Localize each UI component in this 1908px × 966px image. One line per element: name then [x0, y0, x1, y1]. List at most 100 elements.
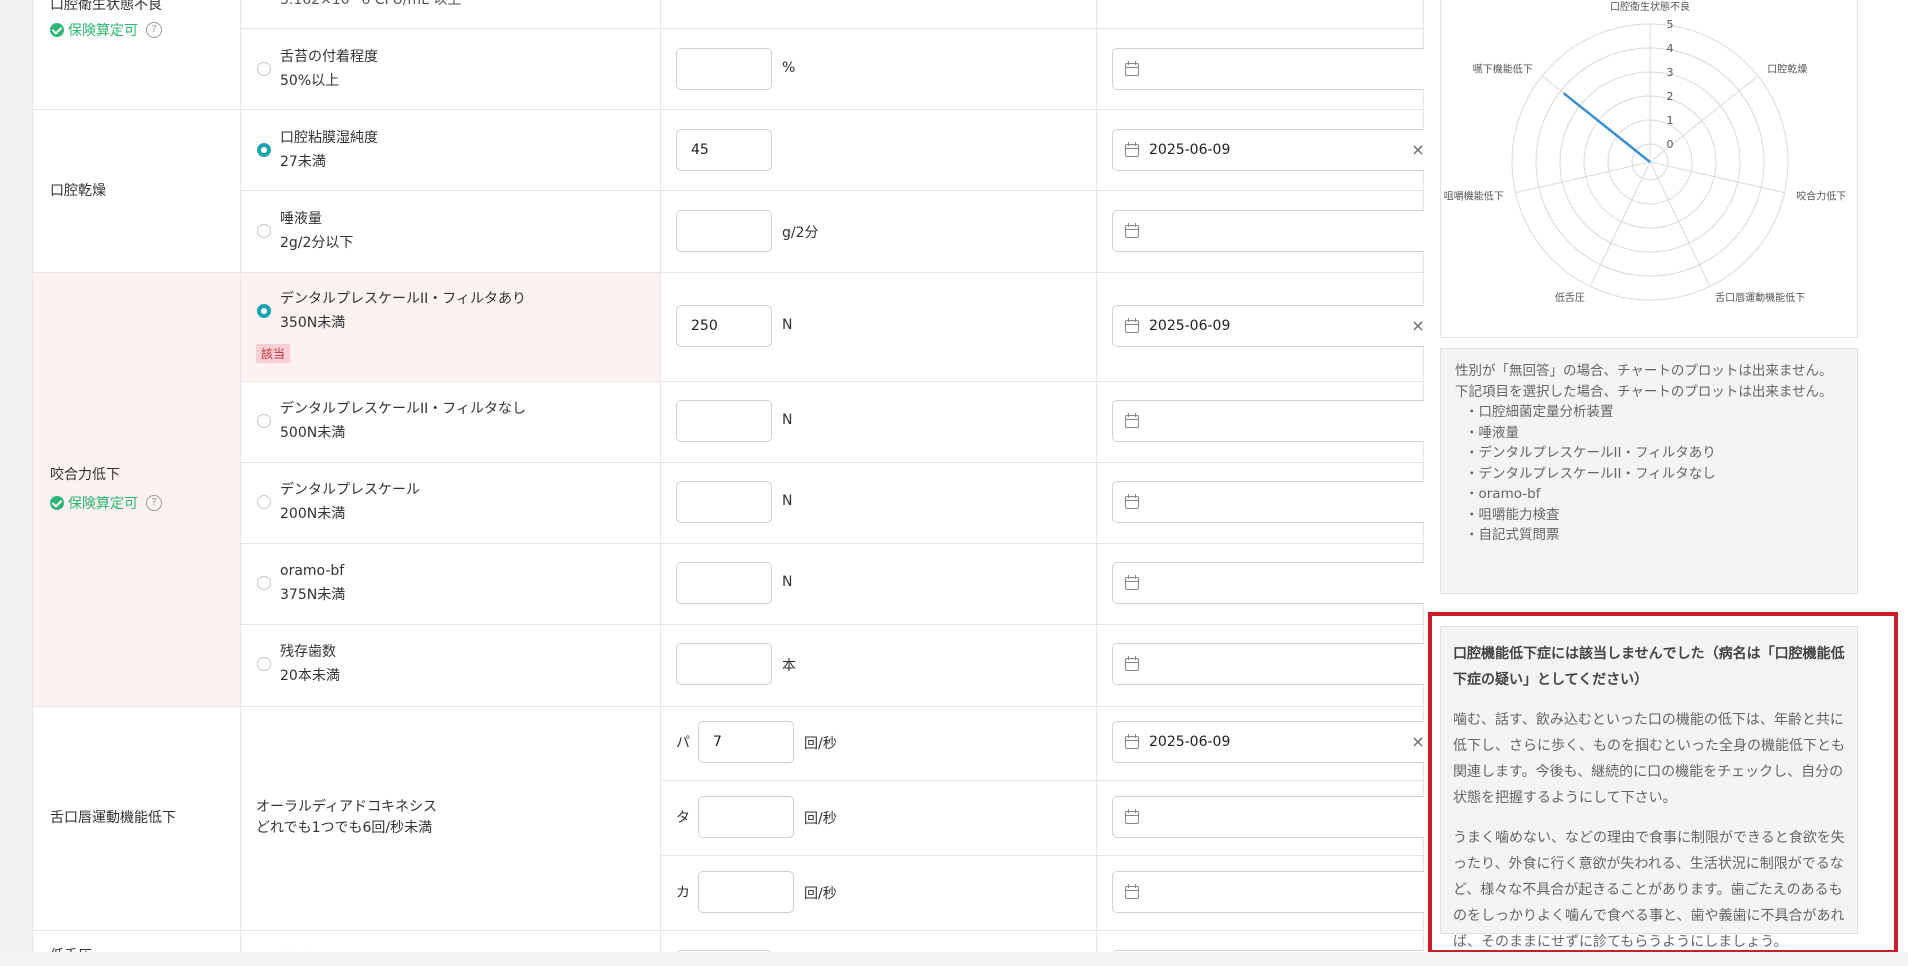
radar-axis-label: 低舌圧	[1555, 291, 1585, 304]
note-item: ・デンタルプレスケールII・フィルタなし	[1465, 465, 1716, 482]
date-input-saliva[interactable]	[1112, 210, 1440, 252]
radio-saliva[interactable]	[257, 224, 271, 238]
result-title: 口腔機能低下症には該当しませんでした（病名は「口腔機能低下症の疑い」としてくださ…	[1453, 646, 1845, 688]
assessment-table: 口腔衛生状態不良 保険算定可 ? 3.162×10^6 CFU/mL 以上 舌苔…	[32, 0, 1440, 966]
radar-tick-label: 4	[1667, 42, 1674, 55]
category-dryness: 口腔乾燥	[50, 183, 106, 199]
item-threshold: 20本未満	[280, 668, 340, 684]
radar-tick-label: 3	[1667, 66, 1674, 79]
calendar-icon	[1125, 318, 1139, 333]
date-input-mucosa-moisture[interactable]: 2025-06-09 ×	[1112, 129, 1440, 171]
value-input-mucosa-moisture[interactable]: 45	[676, 129, 772, 171]
calendar-icon	[1125, 494, 1139, 509]
category-bite-force: 咬合力低下	[50, 467, 120, 483]
clear-icon[interactable]: ×	[1411, 732, 1425, 752]
radar-spoke	[1589, 161, 1651, 287]
radio-oramo-bf[interactable]	[257, 576, 271, 590]
calendar-icon	[1125, 61, 1139, 76]
radar-tick-label: 1	[1667, 114, 1674, 127]
note-item: ・咀嚼能力検査	[1465, 506, 1560, 523]
value-input-saliva[interactable]	[676, 210, 772, 252]
radar-axis-label: 咀嚼機能低下	[1444, 189, 1504, 202]
date-input-dental-prescale[interactable]	[1112, 481, 1440, 523]
item-name: 唾液量	[280, 211, 322, 227]
bite-category-bg	[32, 272, 240, 706]
insurance-badge-hygiene: 保険算定可 ?	[50, 20, 162, 40]
date-input-pa[interactable]: 2025-06-09 ×	[1112, 721, 1440, 763]
value-input-oramo-bf[interactable]	[676, 562, 772, 604]
radio-remaining-teeth[interactable]	[257, 657, 271, 671]
applicable-badge: 該当	[256, 344, 291, 363]
value-input-remaining-teeth[interactable]	[676, 643, 772, 685]
outer-gutter	[0, 0, 32, 966]
prefix-pa: パ	[676, 735, 690, 751]
calendar-icon	[1125, 809, 1139, 824]
value-input-tongue-coating[interactable]	[676, 48, 772, 90]
help-icon[interactable]: ?	[146, 22, 162, 38]
chart-note: 性別が「無回答」の場合、チャートのプロットは出来ません。 下記項目を選択した場合…	[1440, 348, 1858, 594]
bottom-edge	[0, 952, 1908, 966]
help-icon[interactable]: ?	[146, 495, 162, 511]
radar-axis-label: 嚥下機能低下	[1473, 62, 1533, 75]
value-input-dp2-filter[interactable]: 250	[676, 305, 772, 347]
category-tongue-lip: 舌口唇運動機能低下	[50, 810, 176, 826]
calendar-icon	[1125, 142, 1139, 157]
value-input-dental-prescale[interactable]	[676, 481, 772, 523]
date-input-ta[interactable]	[1112, 796, 1440, 838]
unit-label: 回/秒	[804, 811, 837, 827]
calendar-icon	[1125, 884, 1139, 899]
unit-label: 回/秒	[804, 886, 837, 902]
date-input-dp2-nofilter[interactable]	[1112, 400, 1440, 442]
clear-icon[interactable]: ×	[1411, 316, 1425, 336]
radio-dental-prescale[interactable]	[257, 495, 271, 509]
result-paragraph: 噛む、話す、飲み込むといった口の機能の低下は、年齢と共に低下し、さらに歩く、もの…	[1453, 712, 1845, 806]
value-input-ka[interactable]	[698, 871, 794, 913]
item-threshold: 27未満	[280, 154, 326, 170]
radar-axis-label: 舌口唇運動機能低下	[1715, 291, 1805, 304]
unit-label: %	[782, 60, 796, 76]
item-threshold: どれでも1つでも6回/秒未満	[256, 820, 433, 836]
item-threshold: 375N未満	[280, 587, 346, 603]
date-input-remaining-teeth[interactable]	[1112, 643, 1440, 685]
value-input-ta[interactable]	[698, 796, 794, 838]
unit-label: 本	[782, 658, 796, 674]
check-circle-icon	[50, 23, 64, 37]
item-threshold: 50%以上	[280, 73, 340, 89]
unit-label: N	[782, 317, 793, 333]
radio-dp2-nofilter[interactable]	[257, 414, 271, 428]
date-input-tongue-coating[interactable]	[1112, 48, 1440, 90]
radio-tongue-coating[interactable]	[257, 62, 271, 76]
value-input-pa[interactable]: 7	[698, 721, 794, 763]
calendar-icon	[1125, 656, 1139, 671]
radar-spoke	[1649, 161, 1711, 287]
item-name: 舌苔の付着程度	[280, 49, 378, 65]
radar-axis-label: 口腔衛生状態不良	[1610, 0, 1690, 13]
diagnosis-result: 口腔機能低下症には該当しませんでした（病名は「口腔機能低下症の疑い」としてくださ…	[1440, 626, 1858, 950]
radio-dp2-filter[interactable]	[257, 304, 271, 318]
date-input-oramo-bf[interactable]	[1112, 562, 1440, 604]
radar-tick-label: 2	[1667, 90, 1674, 103]
note-item: ・唾液量	[1465, 424, 1519, 441]
prefix-ka: カ	[676, 885, 690, 901]
item-name: 残存歯数	[280, 644, 336, 660]
radio-mucosa-moisture[interactable]	[257, 143, 271, 157]
date-input-ka[interactable]	[1112, 871, 1440, 913]
item-name: 口腔粘膜湿純度	[280, 130, 378, 146]
radar-axis-label: 咬合力低下	[1796, 189, 1846, 202]
unit-label: 回/秒	[804, 736, 837, 752]
note-item: ・自記式質問票	[1465, 527, 1560, 543]
clear-icon[interactable]: ×	[1411, 140, 1425, 160]
hygiene-threshold: 3.162×10^6 CFU/mL 以上	[280, 0, 462, 8]
radar-axis-label: 口腔乾燥	[1767, 62, 1807, 75]
item-threshold: 500N未満	[280, 425, 346, 441]
value-input-dp2-nofilter[interactable]	[676, 400, 772, 442]
note-line: 下記項目を選択した場合、チャートのプロットは出来ません。	[1455, 383, 1833, 400]
unit-label: N	[782, 493, 793, 509]
insurance-badge-bite: 保険算定可 ?	[50, 493, 162, 513]
right-panel: 0 1 2 3 4 5 口腔衛生状態不良 口腔乾燥 咬合力低下 舌口唇運動機能低下 低舌圧 咀嚼機能低…	[1424, 0, 1908, 966]
unit-label: g/2分	[782, 225, 819, 241]
radar-chart-box: 0 1 2 3 4 5 口腔衛生状態不良 口腔乾燥 咬合力低下 舌口唇運動機能低下 低舌圧 咀嚼機能低…	[1440, 0, 1858, 338]
unit-label: N	[782, 574, 793, 590]
item-threshold: 200N未満	[280, 506, 346, 522]
date-input-dp2-filter[interactable]: 2025-06-09 ×	[1112, 305, 1440, 347]
